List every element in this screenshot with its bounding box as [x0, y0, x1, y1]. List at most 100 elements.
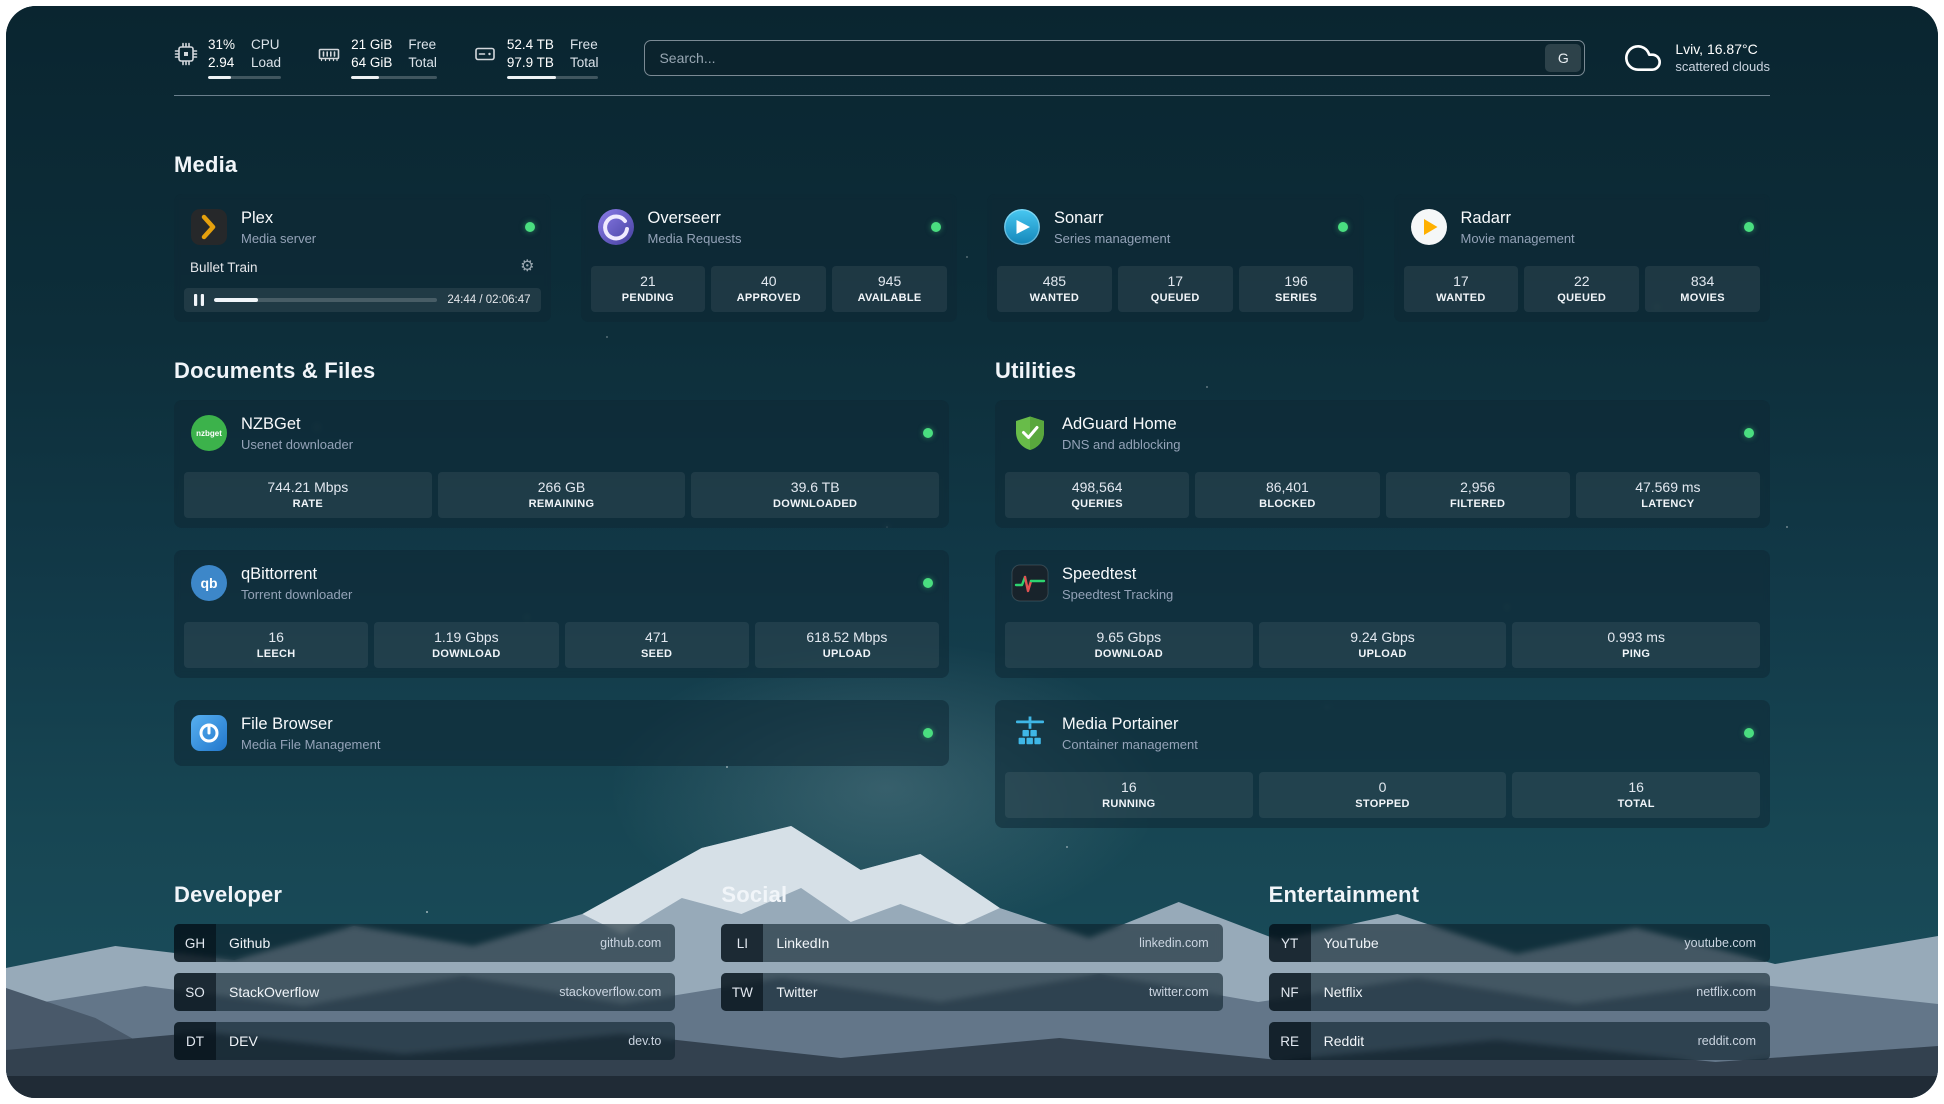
service-card-overseerr[interactable]: Overseerr Media Requests 21PENDING 40APP… [581, 194, 958, 322]
service-card-plex[interactable]: Plex Media server Bullet Train ⚙ [174, 194, 551, 322]
bookmark-dev[interactable]: DT DEV dev.to [174, 1022, 675, 1060]
bookmark-youtube[interactable]: YT YouTube youtube.com [1269, 924, 1770, 962]
service-card-radarr[interactable]: Radarr Movie management 17WANTED 22QUEUE… [1394, 194, 1771, 322]
stat-queued: 17QUEUED [1118, 266, 1233, 312]
bookmark-abbr: RE [1269, 1022, 1311, 1060]
bookmark-domain: linkedin.com [1139, 936, 1222, 950]
stat-filtered: 2,956FILTERED [1386, 472, 1570, 518]
bookmarks-social: Social LI LinkedIn linkedin.com TW Twitt… [721, 882, 1222, 1071]
service-description: Container management [1062, 737, 1198, 752]
bookmark-twitter[interactable]: TW Twitter twitter.com [721, 973, 1222, 1011]
bookmark-abbr: LI [721, 924, 763, 962]
stat-latency: 47.569 msLATENCY [1576, 472, 1760, 518]
radarr-icon [1410, 208, 1448, 246]
pause-icon[interactable] [194, 294, 204, 306]
stat-blocked: 86,401BLOCKED [1195, 472, 1379, 518]
bookmark-domain: twitter.com [1149, 985, 1223, 999]
memory-free-label: Free [408, 36, 437, 54]
bookmark-domain: stackoverflow.com [559, 985, 675, 999]
bookmarks-entertainment: Entertainment YT YouTube youtube.com NF … [1269, 882, 1770, 1071]
service-description: Usenet downloader [241, 437, 353, 452]
section-title-social: Social [721, 882, 1222, 908]
bookmark-abbr: DT [174, 1022, 216, 1060]
svg-text:qb: qb [200, 575, 217, 591]
bookmark-name: Twitter [763, 984, 817, 1000]
stat-upload: 618.52 MbpsUPLOAD [755, 622, 939, 668]
stat-download: 9.65 GbpsDOWNLOAD [1005, 622, 1253, 668]
status-dot [923, 578, 933, 588]
plex-player: 24:44 / 02:06:47 [184, 288, 541, 312]
stat-seed: 471SEED [565, 622, 749, 668]
section-title-documents: Documents & Files [174, 358, 949, 384]
gear-icon[interactable]: ⚙ [520, 259, 534, 275]
disk-bar [507, 76, 599, 79]
cpu-label: CPU [251, 36, 281, 54]
bookmark-stackoverflow[interactable]: SO StackOverflow stackoverflow.com [174, 973, 675, 1011]
memory-total-label: Total [408, 54, 437, 72]
memory-free-value: 21 GiB [351, 36, 392, 54]
bookmark-github[interactable]: GH Github github.com [174, 924, 675, 962]
bookmark-reddit[interactable]: RE Reddit reddit.com [1269, 1022, 1770, 1060]
speedtest-icon [1011, 564, 1049, 602]
memory-total-value: 64 GiB [351, 54, 392, 72]
search-input[interactable] [645, 50, 1542, 66]
bookmark-domain: youtube.com [1684, 936, 1770, 950]
overseerr-icon [597, 208, 635, 246]
bookmark-netflix[interactable]: NF Netflix netflix.com [1269, 973, 1770, 1011]
service-card-sonarr[interactable]: Sonarr Series management 485WANTED 17QUE… [987, 194, 1364, 322]
top-bar: 31% 2.94 CPU Load [174, 36, 1770, 79]
filebrowser-icon [190, 714, 228, 752]
weather-condition: scattered clouds [1675, 59, 1770, 74]
service-name: File Browser [241, 715, 380, 734]
section-title-media: Media [174, 152, 1770, 178]
cpu-widget: 31% 2.94 CPU Load [174, 36, 281, 79]
cloud-icon [1623, 38, 1663, 78]
bookmark-name: StackOverflow [216, 984, 319, 1000]
adguard-icon [1011, 414, 1049, 452]
status-dot [1744, 428, 1754, 438]
bookmark-name: Reddit [1311, 1033, 1364, 1049]
status-dot [1744, 222, 1754, 232]
stat-total: 16TOTAL [1512, 772, 1760, 818]
bookmark-name: Netflix [1311, 984, 1363, 1000]
disk-free-label: Free [570, 36, 599, 54]
status-dot [923, 728, 933, 738]
topbar-divider [174, 95, 1770, 96]
stat-upload: 9.24 GbpsUPLOAD [1259, 622, 1507, 668]
service-name: Plex [241, 209, 316, 228]
cpu-load-value: 2.94 [208, 54, 235, 72]
stat-available: 945AVAILABLE [832, 266, 947, 312]
bookmark-abbr: TW [721, 973, 763, 1011]
search-bar: G [644, 40, 1585, 76]
status-dot [525, 222, 535, 232]
service-card-speedtest[interactable]: Speedtest Speedtest Tracking 9.65 GbpsDO… [995, 550, 1770, 678]
service-card-filebrowser[interactable]: File Browser Media File Management [174, 700, 949, 766]
service-name: Speedtest [1062, 565, 1173, 584]
disk-total-label: Total [570, 54, 599, 72]
service-description: Media Requests [648, 231, 742, 246]
service-description: Media server [241, 231, 316, 246]
bookmarks-developer: Developer GH Github github.com SO StackO… [174, 882, 675, 1071]
search-provider-button[interactable]: G [1545, 44, 1581, 72]
memory-icon [317, 42, 341, 66]
service-name: qBittorrent [241, 565, 352, 584]
cpu-icon [174, 42, 198, 66]
service-description: Speedtest Tracking [1062, 587, 1173, 602]
section-title-entertainment: Entertainment [1269, 882, 1770, 908]
now-playing-title: Bullet Train [190, 260, 258, 275]
service-card-adguard[interactable]: AdGuard Home DNS and adblocking 498,564Q… [995, 400, 1770, 528]
section-title-utilities: Utilities [995, 358, 1770, 384]
sonarr-icon [1003, 208, 1041, 246]
service-name: AdGuard Home [1062, 415, 1181, 434]
bookmark-linkedin[interactable]: LI LinkedIn linkedin.com [721, 924, 1222, 962]
service-card-nzbget[interactable]: nzbget NZBGet Usenet downloader 744.21 M… [174, 400, 949, 528]
bookmark-name: YouTube [1311, 935, 1379, 951]
status-dot [923, 428, 933, 438]
disk-icon [473, 42, 497, 66]
playback-progress[interactable] [214, 298, 437, 302]
status-dot [1338, 222, 1348, 232]
weather-location: Lviv, 16.87°C [1675, 41, 1770, 57]
service-card-portainer[interactable]: Media Portainer Container management 16R… [995, 700, 1770, 828]
service-card-qbittorrent[interactable]: qb qBittorrent Torrent downloader 16LEEC… [174, 550, 949, 678]
stat-wanted: 485WANTED [997, 266, 1112, 312]
